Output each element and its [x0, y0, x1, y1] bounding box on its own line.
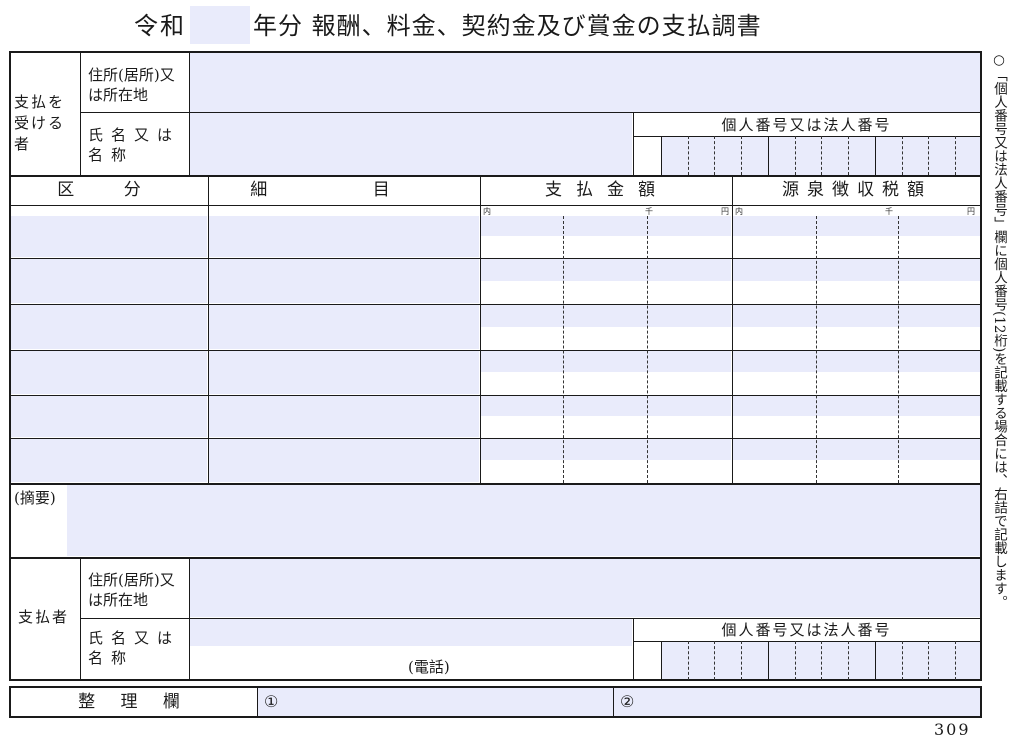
- table-row-4-amount[interactable]: [481, 351, 731, 372]
- payee-section-label: 支払を受ける者: [14, 93, 66, 153]
- admin-field-1[interactable]: ①: [258, 688, 613, 716]
- payer-phone-label: (電話): [408, 658, 450, 676]
- tax-unit-thousand: 千: [885, 207, 893, 216]
- table-row-3-detail[interactable]: [209, 305, 479, 349]
- form-title: 令和 年分 報酬、料金、契約金及び賞金の支払調書: [100, 6, 900, 46]
- table-row-2-detail[interactable]: [209, 259, 479, 303]
- table-row-4-category[interactable]: [11, 351, 207, 394]
- table-row-2-amount[interactable]: [481, 259, 731, 281]
- table-row-3-tax[interactable]: [733, 305, 980, 327]
- header-category: 区 分: [57, 180, 163, 200]
- tax-unit-inner: 内: [735, 207, 743, 216]
- table-row-6-category[interactable]: [11, 439, 207, 482]
- table-row-3-amount[interactable]: [481, 305, 731, 327]
- amount-unit-thousand: 千: [645, 207, 653, 216]
- form-code: 309: [934, 720, 971, 739]
- table-row-3-category[interactable]: [11, 305, 207, 349]
- title-era: 令和: [134, 12, 186, 40]
- payee-number-label: 個人番号又は法人番号: [721, 116, 892, 134]
- admin-label: 整 理 欄: [78, 692, 190, 712]
- year-input[interactable]: [190, 6, 250, 44]
- table-row-4-detail[interactable]: [209, 351, 479, 394]
- header-tax: 源泉徴収税額: [782, 180, 932, 200]
- table-row-1-tax[interactable]: [733, 216, 980, 236]
- tax-unit-yen: 円: [967, 207, 975, 216]
- summary-input[interactable]: [67, 485, 980, 556]
- table-row-5-amount[interactable]: [481, 396, 731, 416]
- table-row-5-tax[interactable]: [733, 396, 980, 416]
- admin-field-2-mark: ②: [620, 692, 635, 711]
- table-row-4-tax[interactable]: [733, 351, 980, 372]
- payer-address-input[interactable]: [190, 559, 980, 617]
- table-row-6-detail[interactable]: [209, 439, 479, 482]
- amount-unit-inner: 内: [483, 207, 491, 216]
- table-row-2-category[interactable]: [11, 259, 207, 303]
- payer-section-label: 支払者: [18, 608, 70, 626]
- admin-row: 整 理 欄 ① ②: [9, 686, 982, 718]
- payee-address-input[interactable]: [190, 53, 980, 112]
- table-row-5-detail[interactable]: [209, 396, 479, 437]
- table-row-1-detail[interactable]: [209, 216, 479, 257]
- payee-address-label: 住所(居所)又は所在地: [88, 66, 175, 104]
- admin-field-2[interactable]: ②: [614, 688, 980, 716]
- header-amount: 支払金額: [545, 180, 669, 200]
- admin-field-1-mark: ①: [264, 692, 279, 711]
- payer-address-label: 住所(居所)又は所在地: [88, 571, 175, 609]
- amount-unit-yen: 円: [721, 207, 729, 216]
- table-row-2-tax[interactable]: [733, 259, 980, 281]
- table-row-1-category[interactable]: [11, 216, 207, 257]
- payee-name-input[interactable]: [190, 113, 632, 175]
- header-detail: 細 目: [250, 180, 440, 200]
- title-text: 年分 報酬、料金、契約金及び賞金の支払調書: [253, 12, 762, 40]
- table-row-5-category[interactable]: [11, 396, 207, 437]
- payee-name-label: 氏名又は名称: [88, 126, 181, 164]
- summary-label: (摘要): [14, 489, 56, 507]
- table-row-6-amount[interactable]: [481, 439, 731, 460]
- table-row-6-tax[interactable]: [733, 439, 980, 460]
- side-note: ○「個人番号又は法人番号」欄に個人番号(12桁)を記載する場合には、右詰で記載し…: [991, 52, 1007, 609]
- payer-name-input[interactable]: [190, 619, 632, 646]
- table-row-1-amount[interactable]: [481, 216, 731, 236]
- payer-name-label: 氏名又は名称: [88, 629, 181, 667]
- payer-number-label: 個人番号又は法人番号: [721, 621, 892, 639]
